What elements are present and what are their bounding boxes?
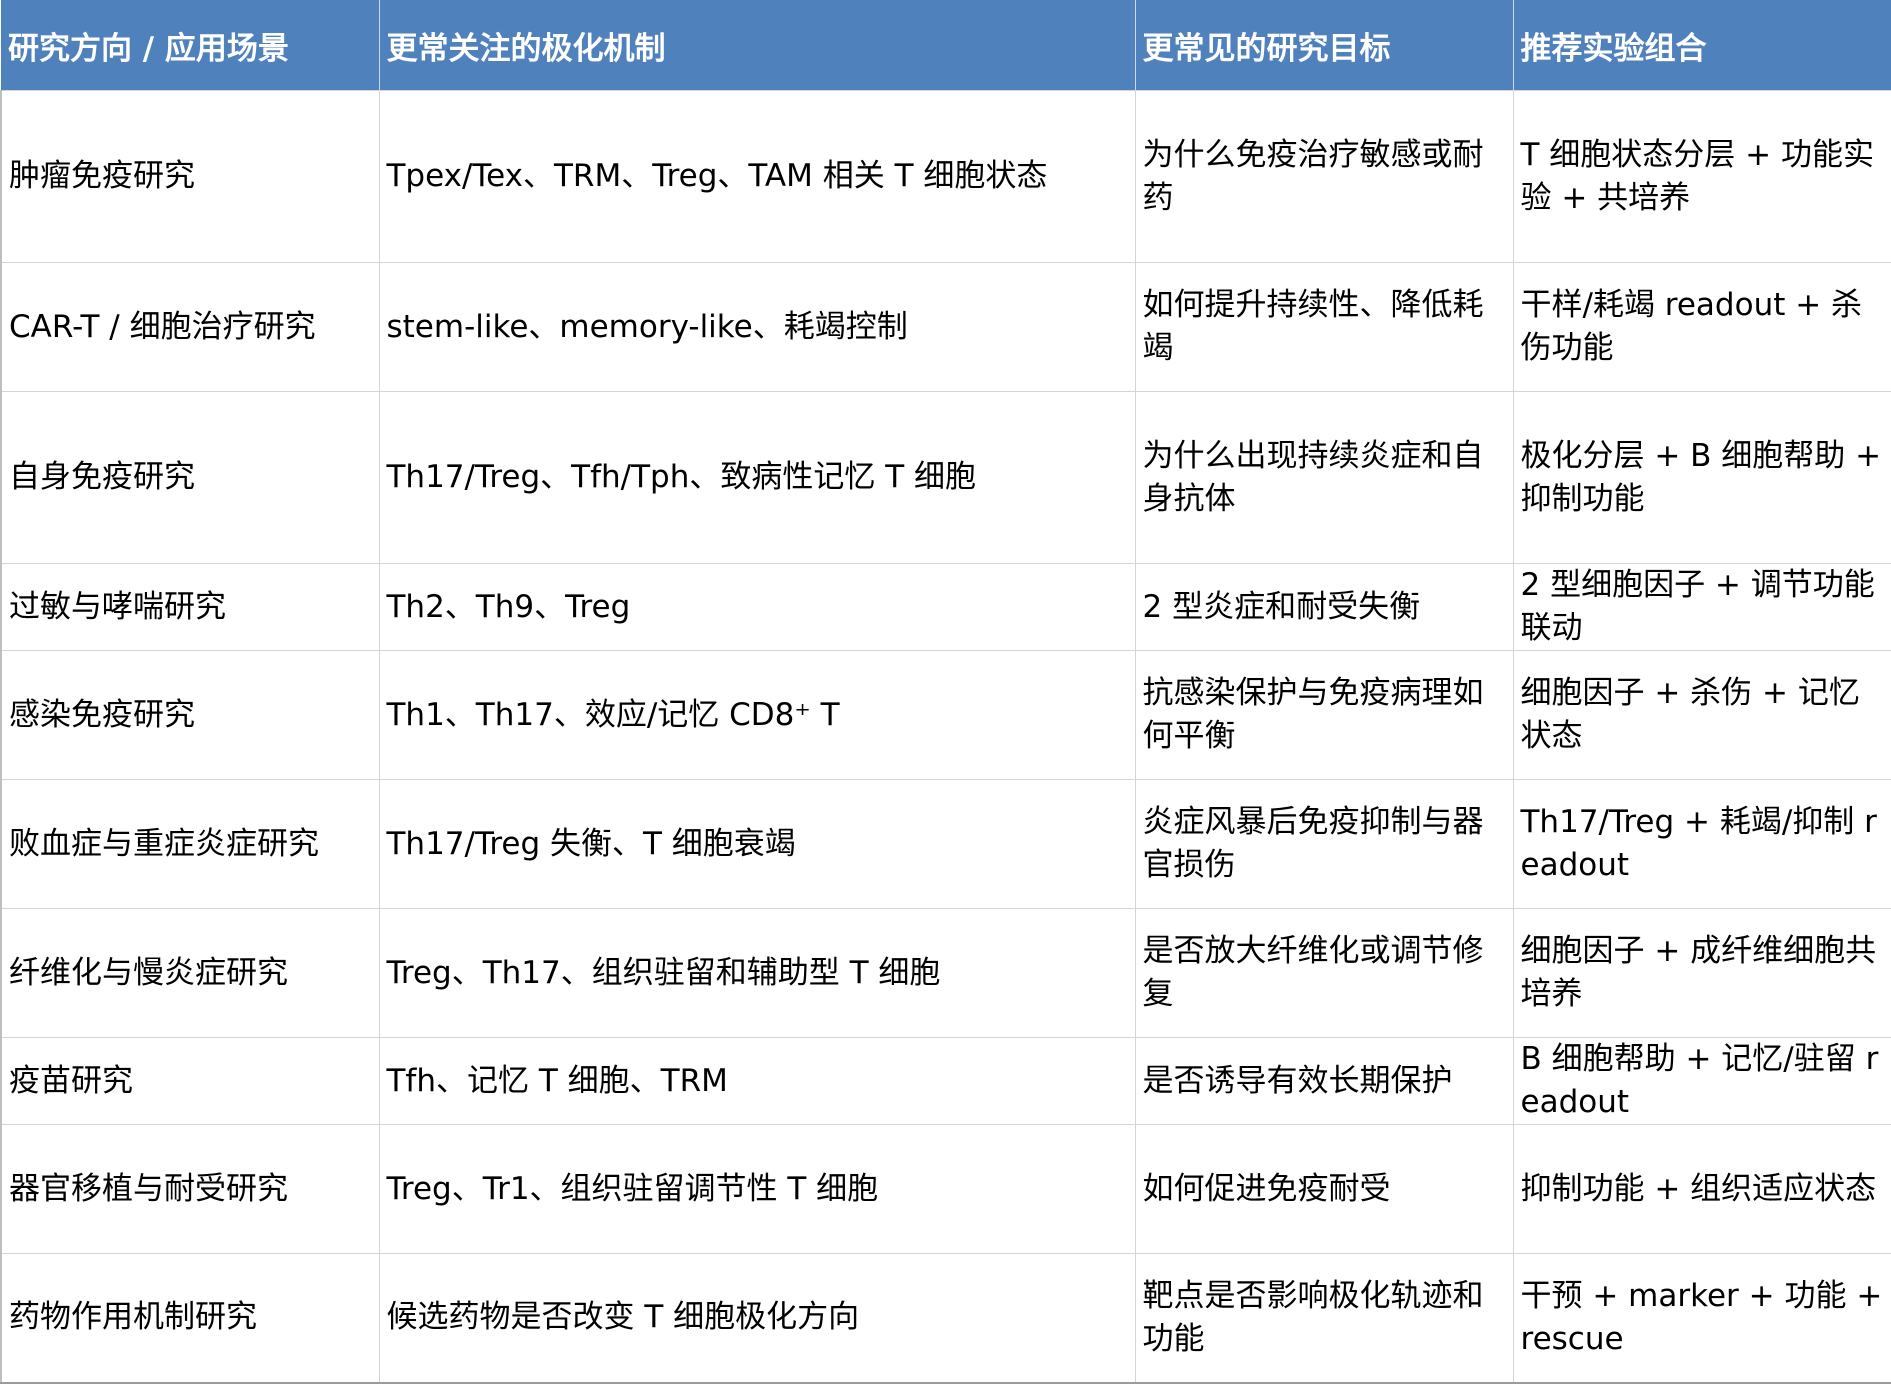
cell-area: 败血症与重症炎症研究 xyxy=(0,779,380,909)
cell-goal: 2 型炎症和耐受失衡 xyxy=(1134,563,1514,651)
cell-combo: 极化分层 + B 细胞帮助 + 抑制功能 xyxy=(1512,391,1891,564)
cell-combo: B 细胞帮助 + 记忆/驻留 readout xyxy=(1512,1037,1891,1125)
cell-combo: 干样/耗竭 readout + 杀伤功能 xyxy=(1512,262,1891,392)
cell-combo: 2 型细胞因子 + 调节功能联动 xyxy=(1512,563,1891,651)
cell-area: 疫苗研究 xyxy=(0,1037,380,1125)
research-table: 研究方向 / 应用场景 更常关注的极化机制 更常见的研究目标 推荐实验组合 肿瘤… xyxy=(0,0,1891,1384)
cell-goal: 是否诱导有效长期保护 xyxy=(1134,1037,1514,1125)
cell-area: 感染免疫研究 xyxy=(0,650,380,780)
cell-area: 肿瘤免疫研究 xyxy=(0,90,380,263)
cell-mechanism: Th17/Treg、Tfh/Tph、致病性记忆 T 细胞 xyxy=(378,391,1136,564)
cell-mechanism: 候选药物是否改变 T 细胞极化方向 xyxy=(378,1253,1136,1384)
cell-goal: 如何促进免疫耐受 xyxy=(1134,1124,1514,1254)
cell-mechanism: Th1、Th17、效应/记忆 CD8⁺ T xyxy=(378,650,1136,780)
cell-area: 纤维化与慢炎症研究 xyxy=(0,908,380,1038)
cell-area: 器官移植与耐受研究 xyxy=(0,1124,380,1254)
cell-combo: 抑制功能 + 组织适应状态 xyxy=(1512,1124,1891,1254)
table-row: 感染免疫研究 Th1、Th17、效应/记忆 CD8⁺ T 抗感染保护与免疫病理如… xyxy=(0,650,1891,780)
cell-area: 自身免疫研究 xyxy=(0,391,380,564)
cell-combo: Th17/Treg + 耗竭/抑制 readout xyxy=(1512,779,1891,909)
cell-goal: 是否放大纤维化或调节修复 xyxy=(1134,908,1514,1038)
table-row: 纤维化与慢炎症研究 Treg、Th17、组织驻留和辅助型 T 细胞 是否放大纤维… xyxy=(0,908,1891,1038)
cell-goal: 靶点是否影响极化轨迹和功能 xyxy=(1134,1253,1514,1384)
cell-mechanism: Treg、Th17、组织驻留和辅助型 T 细胞 xyxy=(378,908,1136,1038)
cell-goal: 炎症风暴后免疫抑制与器官损伤 xyxy=(1134,779,1514,909)
cell-mechanism: Tpex/Tex、TRM、Treg、TAM 相关 T 细胞状态 xyxy=(378,90,1136,263)
cell-combo: 干预 + marker + 功能 + rescue xyxy=(1512,1253,1891,1384)
cell-mechanism: Th17/Treg 失衡、T 细胞衰竭 xyxy=(378,779,1136,909)
header-goal: 更常见的研究目标 xyxy=(1135,0,1514,91)
cell-goal: 为什么出现持续炎症和自身抗体 xyxy=(1134,391,1514,564)
cell-combo: 细胞因子 + 成纤维细胞共培养 xyxy=(1512,908,1891,1038)
table-row: 肿瘤免疫研究 Tpex/Tex、TRM、Treg、TAM 相关 T 细胞状态 为… xyxy=(0,90,1891,263)
header-combo: 推荐实验组合 xyxy=(1513,0,1891,91)
table-row: CAR-T / 细胞治疗研究 stem-like、memory-like、耗竭控… xyxy=(0,262,1891,392)
cell-combo: T 细胞状态分层 + 功能实验 + 共培养 xyxy=(1512,90,1891,263)
cell-area: 药物作用机制研究 xyxy=(0,1253,380,1384)
cell-area: CAR-T / 细胞治疗研究 xyxy=(0,262,380,392)
cell-combo: 细胞因子 + 杀伤 + 记忆状态 xyxy=(1512,650,1891,780)
table-row: 败血症与重症炎症研究 Th17/Treg 失衡、T 细胞衰竭 炎症风暴后免疫抑制… xyxy=(0,779,1891,909)
header-row: 研究方向 / 应用场景 更常关注的极化机制 更常见的研究目标 推荐实验组合 xyxy=(1,0,1891,91)
cell-goal: 为什么免疫治疗敏感或耐药 xyxy=(1134,90,1514,263)
cell-goal: 抗感染保护与免疫病理如何平衡 xyxy=(1134,650,1514,780)
cell-mechanism: Th2、Th9、Treg xyxy=(378,563,1136,651)
table-row: 器官移植与耐受研究 Treg、Tr1、组织驻留调节性 T 细胞 如何促进免疫耐受… xyxy=(0,1124,1891,1254)
cell-mechanism: Treg、Tr1、组织驻留调节性 T 细胞 xyxy=(378,1124,1136,1254)
cell-mechanism: Tfh、记忆 T 细胞、TRM xyxy=(378,1037,1136,1125)
header-mechanism: 更常关注的极化机制 xyxy=(379,0,1136,91)
header-area: 研究方向 / 应用场景 xyxy=(1,0,380,91)
table-row: 自身免疫研究 Th17/Treg、Tfh/Tph、致病性记忆 T 细胞 为什么出… xyxy=(0,391,1891,564)
cell-goal: 如何提升持续性、降低耗竭 xyxy=(1134,262,1514,392)
cell-area: 过敏与哮喘研究 xyxy=(0,563,380,651)
table-row: 过敏与哮喘研究 Th2、Th9、Treg 2 型炎症和耐受失衡 2 型细胞因子 … xyxy=(0,563,1891,651)
cell-mechanism: stem-like、memory-like、耗竭控制 xyxy=(378,262,1136,392)
table-row: 疫苗研究 Tfh、记忆 T 细胞、TRM 是否诱导有效长期保护 B 细胞帮助 +… xyxy=(0,1037,1891,1125)
table-row: 药物作用机制研究 候选药物是否改变 T 细胞极化方向 靶点是否影响极化轨迹和功能… xyxy=(0,1253,1891,1384)
